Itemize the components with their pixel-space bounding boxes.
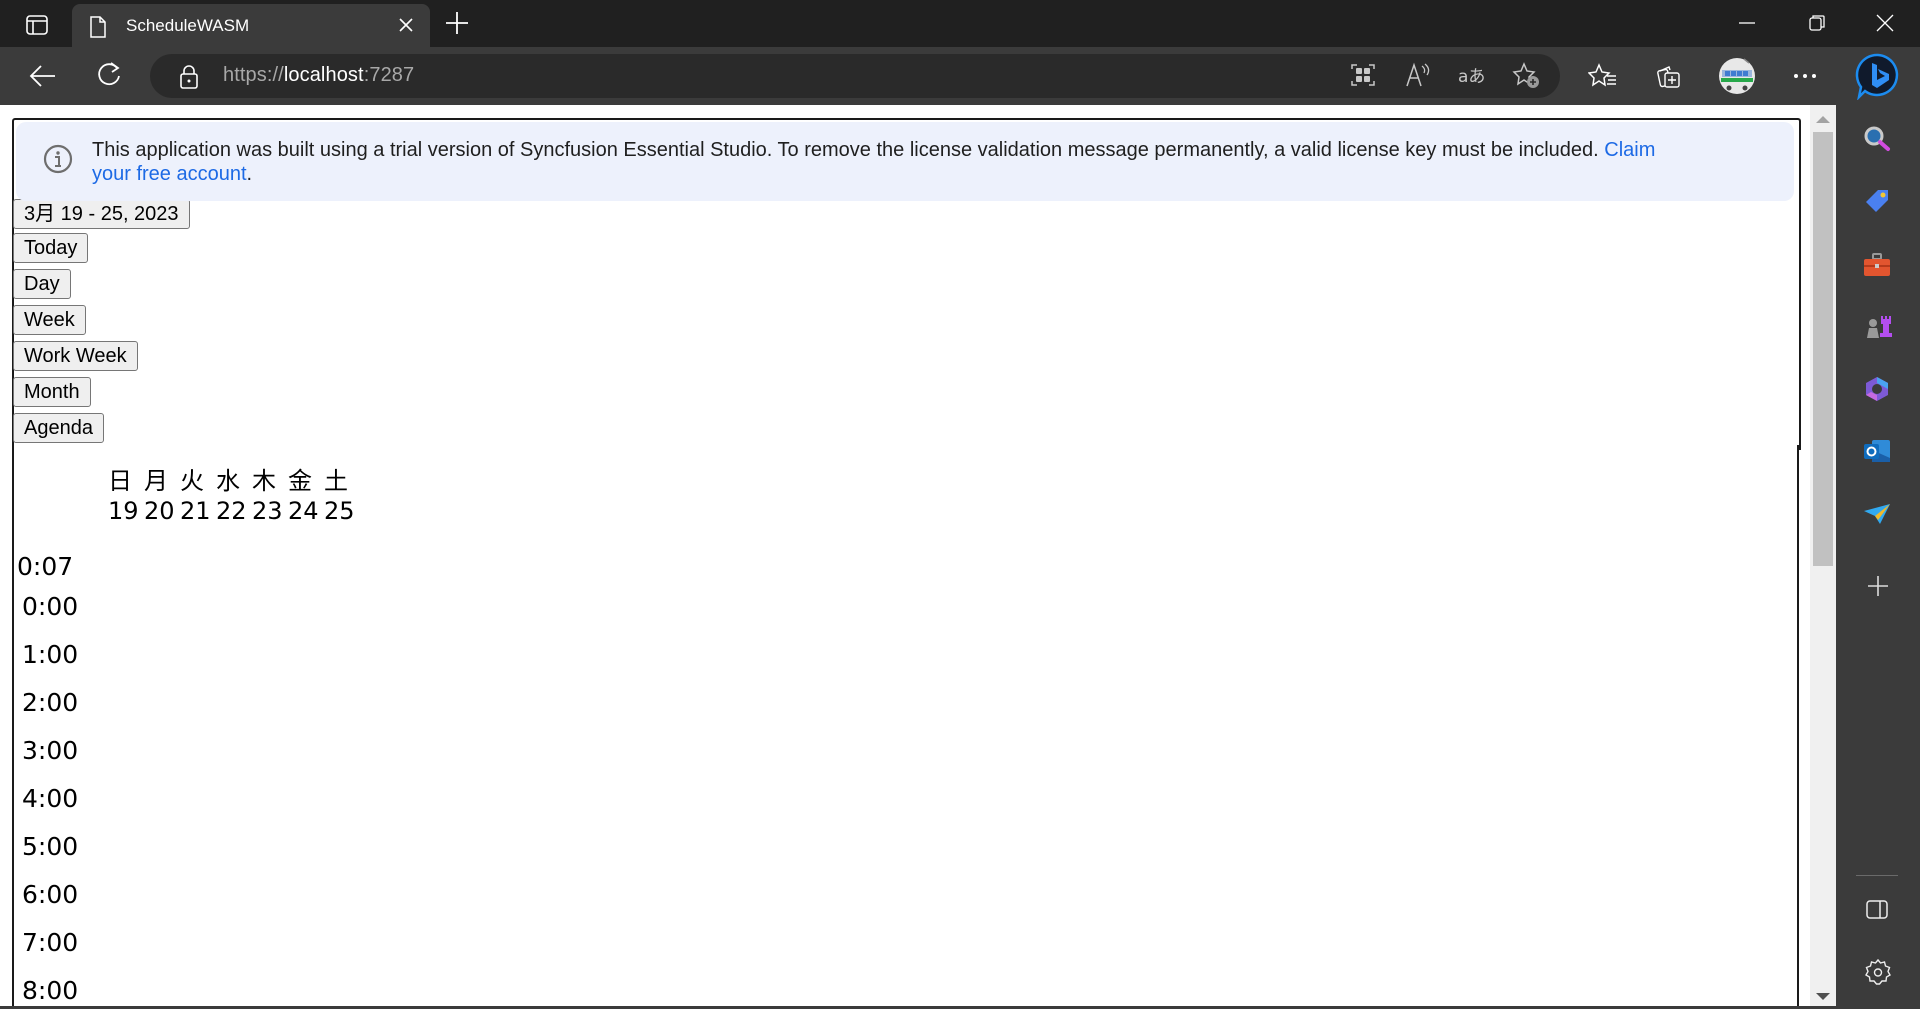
agenda-view-button[interactable]: Agenda — [13, 413, 104, 443]
profile-avatar[interactable] — [1718, 57, 1756, 95]
day-number[interactable]: 19 — [108, 497, 144, 525]
time-slot-label: 6:00 — [22, 880, 79, 909]
day-name[interactable]: 土 — [324, 461, 360, 496]
claim-link-text-2: your free account — [92, 163, 247, 185]
time-slot-label: 3:00 — [22, 736, 79, 765]
search-icon[interactable] — [1862, 124, 1892, 154]
url-scheme: https:// — [223, 64, 284, 86]
close-window-icon[interactable] — [1874, 12, 1896, 34]
license-message-suffix: . — [246, 163, 253, 185]
day-name[interactable]: 木 — [252, 461, 288, 496]
new-tab-icon[interactable] — [444, 10, 470, 36]
settings-icon[interactable] — [1864, 958, 1892, 986]
date-range-button[interactable]: 3月 19 - 25, 2023 — [13, 199, 190, 229]
month-view-button[interactable]: Month — [13, 377, 91, 407]
time-slot-label: 4:00 — [22, 784, 79, 813]
minimize-icon[interactable] — [1736, 12, 1758, 34]
time-slot-label: 2:00 — [22, 688, 79, 717]
url-host: localhost — [283, 64, 364, 86]
scrollbar-thumb[interactable] — [1813, 132, 1833, 566]
reload-icon[interactable] — [95, 60, 123, 90]
day-name[interactable]: 水 — [216, 461, 252, 496]
close-tab-icon[interactable] — [396, 15, 416, 35]
day-number[interactable]: 25 — [324, 497, 360, 525]
day-name[interactable]: 火 — [180, 461, 216, 496]
tab-actions-icon — [26, 15, 48, 35]
translate-icon[interactable]: aあ — [1457, 62, 1487, 88]
tab-actions-button[interactable] — [14, 8, 58, 42]
day-name[interactable]: 日 — [108, 461, 144, 496]
day-name[interactable]: 月 — [144, 461, 180, 496]
day-name-header: 日 月 火 水 木 金 土 — [108, 461, 360, 496]
time-slot-label: 1:00 — [22, 640, 79, 669]
drop-icon[interactable] — [1862, 500, 1892, 530]
read-aloud-icon[interactable] — [1404, 62, 1432, 88]
work-week-view-button[interactable]: Work Week — [13, 341, 138, 371]
shopping-tag-icon[interactable] — [1862, 186, 1892, 216]
app-available-icon[interactable] — [1350, 62, 1376, 88]
url-text[interactable]: https://localhost:7287 — [223, 64, 414, 87]
today-button[interactable]: Today — [13, 233, 89, 263]
day-number[interactable]: 21 — [180, 497, 216, 525]
microsoft365-icon[interactable] — [1862, 374, 1892, 404]
day-number-header: 19 20 21 22 23 24 25 — [108, 497, 360, 525]
sidebar-divider — [1856, 875, 1898, 876]
collections-icon[interactable] — [1654, 62, 1684, 92]
week-view-button[interactable]: Week — [13, 305, 86, 335]
scroll-down-arrow[interactable] — [1816, 993, 1830, 1000]
tab-schedulewasm[interactable]: ScheduleWASM — [72, 4, 430, 47]
time-slot-label: 5:00 — [22, 832, 79, 861]
claim-link-text-1: Claim — [1604, 139, 1656, 161]
time-slot-label: 0:00 — [22, 592, 79, 621]
favorites-icon[interactable] — [1588, 62, 1618, 90]
add-favorite-icon[interactable] — [1512, 62, 1542, 90]
back-icon[interactable] — [28, 62, 58, 90]
outlook-icon[interactable] — [1862, 436, 1892, 466]
time-slot-label: 8:00 — [22, 976, 79, 1005]
games-icon[interactable] — [1862, 312, 1894, 344]
url-port: :7287 — [363, 64, 415, 86]
split-screen-icon[interactable] — [1865, 899, 1889, 921]
day-name[interactable]: 金 — [288, 461, 324, 496]
page-icon — [90, 16, 106, 38]
bing-chat-icon[interactable] — [1855, 52, 1901, 100]
current-time-indicator: 0:07 — [17, 552, 74, 581]
day-number[interactable]: 24 — [288, 497, 324, 525]
svg-text:aあ: aあ — [1458, 67, 1485, 87]
edge-sidebar — [1836, 105, 1920, 1009]
day-view-button[interactable]: Day — [13, 269, 71, 299]
day-number[interactable]: 22 — [216, 497, 252, 525]
tools-icon[interactable] — [1862, 250, 1892, 280]
info-icon — [43, 144, 73, 174]
add-icon[interactable] — [1866, 574, 1890, 598]
more-icon[interactable] — [1792, 66, 1818, 86]
license-message-text: This application was built using a trial… — [92, 139, 1605, 161]
time-slot-label: 7:00 — [22, 928, 79, 957]
lock-icon[interactable] — [178, 64, 200, 90]
day-number[interactable]: 20 — [144, 497, 180, 525]
license-message: This application was built using a trial… — [92, 138, 1762, 186]
tab-title: ScheduleWASM — [126, 16, 250, 35]
day-number[interactable]: 23 — [252, 497, 288, 525]
scheduler-body — [12, 445, 1799, 1009]
restore-icon[interactable] — [1806, 12, 1828, 34]
scroll-up-arrow[interactable] — [1816, 116, 1830, 123]
